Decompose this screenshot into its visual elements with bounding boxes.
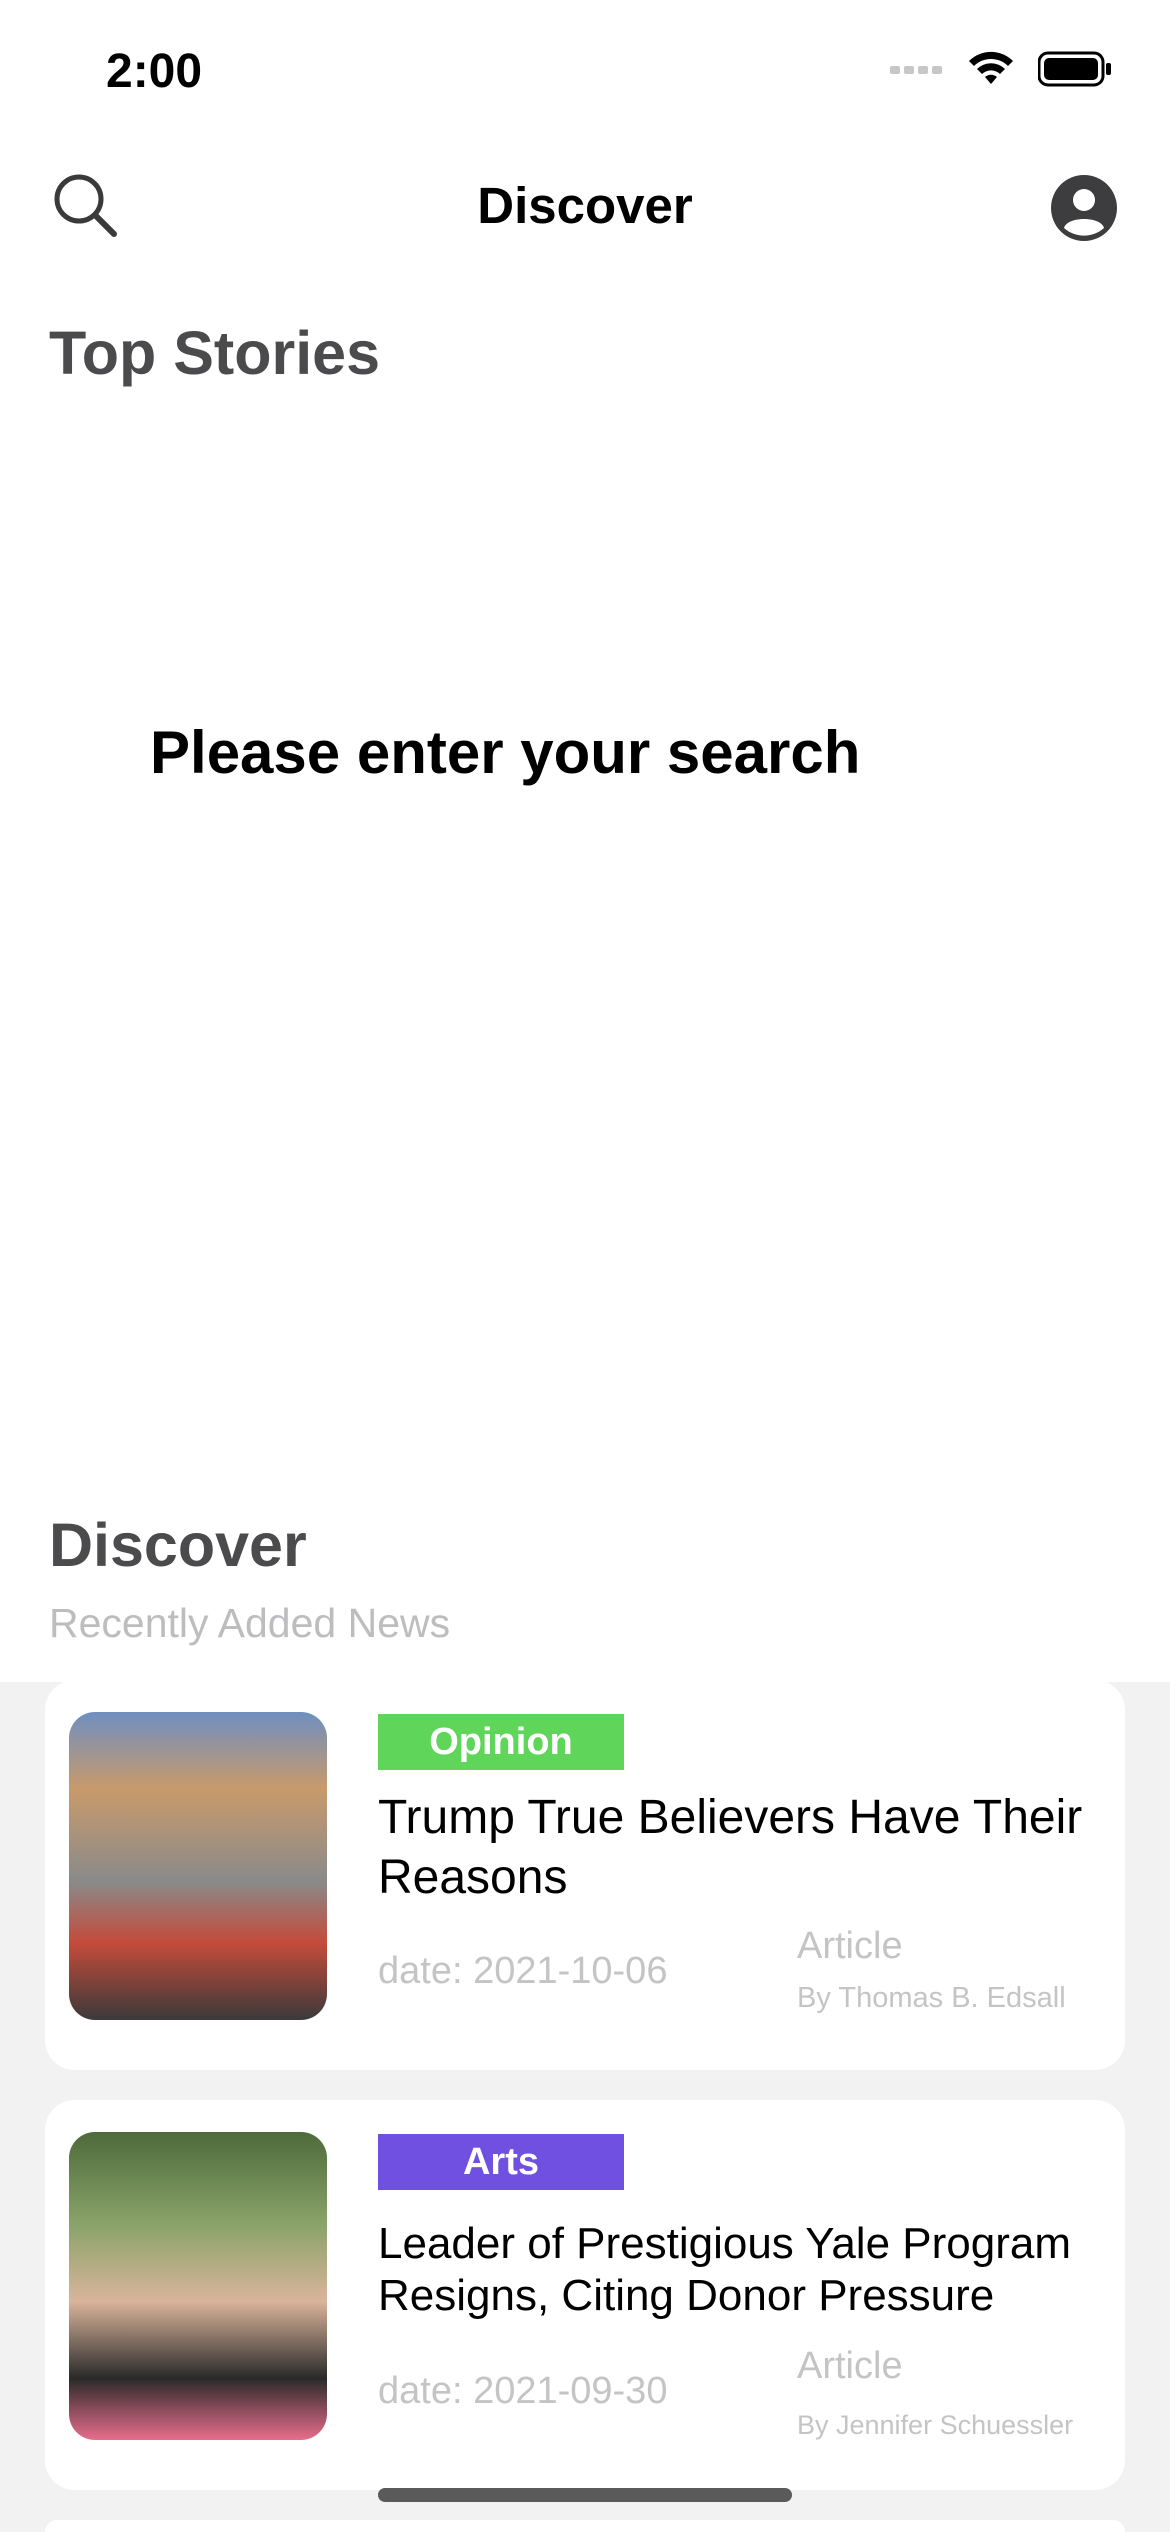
- wifi-icon: [969, 51, 1013, 84]
- article-type: Article: [797, 1925, 903, 1967]
- article-type: Article: [797, 2345, 903, 2387]
- article-date: date: 2021-09-30: [378, 2370, 668, 2412]
- article-title: Trump True Believers Have Their Reasons: [378, 1791, 1083, 1904]
- status-icons: [890, 50, 1112, 88]
- category-badge: Arts: [378, 2134, 624, 2190]
- profile-button[interactable]: [1050, 174, 1118, 242]
- news-card[interactable]: Opinion Trump True Believers Have Their …: [45, 1680, 1125, 2070]
- article-thumbnail: [69, 2132, 327, 2440]
- battery-icon: [1038, 51, 1111, 87]
- discover-subtitle: Recently Added News: [49, 1600, 451, 1646]
- category-badge: Opinion: [378, 1714, 624, 1770]
- profile-icon: [1051, 175, 1117, 241]
- news-card[interactable]: [45, 2520, 1125, 2532]
- article-title: Leader of Prestigious Yale Program Resig…: [378, 2219, 1071, 2320]
- cellular-signal-icon: [890, 66, 942, 74]
- article-author: By Thomas B. Edsall: [797, 1982, 1066, 2014]
- status-time: 2:00: [106, 45, 203, 98]
- news-card[interactable]: Arts Leader of Prestigious Yale Program …: [45, 2100, 1125, 2490]
- article-date: date: 2021-10-06: [378, 1950, 668, 1992]
- discover-heading: Discover: [49, 1511, 307, 1579]
- page-title: Discover: [477, 177, 693, 234]
- home-indicator: [378, 2488, 792, 2502]
- article-thumbnail: [69, 1712, 327, 2020]
- top-stories-heading: Top Stories: [49, 319, 381, 387]
- article-author: By Jennifer Schuessler: [797, 2410, 1074, 2440]
- empty-search-message: Please enter your search: [150, 719, 861, 786]
